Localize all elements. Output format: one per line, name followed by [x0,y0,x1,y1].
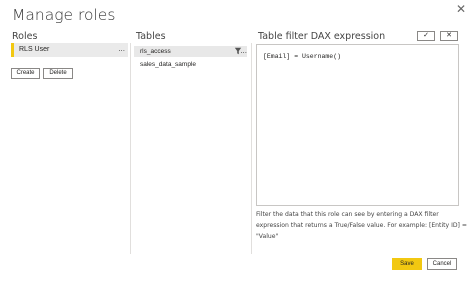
cancel-icon[interactable]: ✕ [440,31,458,41]
tables-label: Tables [136,31,166,42]
dax-help-text: Filter the data that this role can see b… [256,211,467,240]
check-icon[interactable]: ✓ [417,31,435,41]
table-menu-icon[interactable]: ... [240,45,247,56]
table-item-sales-data-sample[interactable]: sales_data_sample [134,59,247,70]
delete-button[interactable]: Delete [43,68,73,79]
role-name: RLS User [19,46,50,53]
roles-list: RLS User ... Create Delete [11,43,128,251]
dax-expression: [Email] = Username() [263,53,342,60]
divider-left [130,43,131,254]
role-item-rls-user[interactable]: RLS User ... [11,43,128,57]
close-icon[interactable]: ✕ [456,3,466,15]
role-menu-icon[interactable]: ... [118,42,125,56]
dialog-title: Manage roles [12,6,116,24]
save-button[interactable]: Save [392,258,422,270]
create-button[interactable]: Create [11,68,40,79]
tables-list: rls_access ... sales_data_sample [134,43,249,251]
table-name: rls_access [140,48,171,55]
cancel-button[interactable]: Cancel [427,258,457,270]
table-item-rls-access[interactable]: rls_access ... [134,46,247,57]
dax-editor[interactable]: [Email] = Username() [256,44,459,206]
dax-label: Table filter DAX expression [258,31,386,42]
roles-label: Roles [12,31,38,42]
divider-right [251,43,252,254]
table-name: sales_data_sample [140,61,197,68]
